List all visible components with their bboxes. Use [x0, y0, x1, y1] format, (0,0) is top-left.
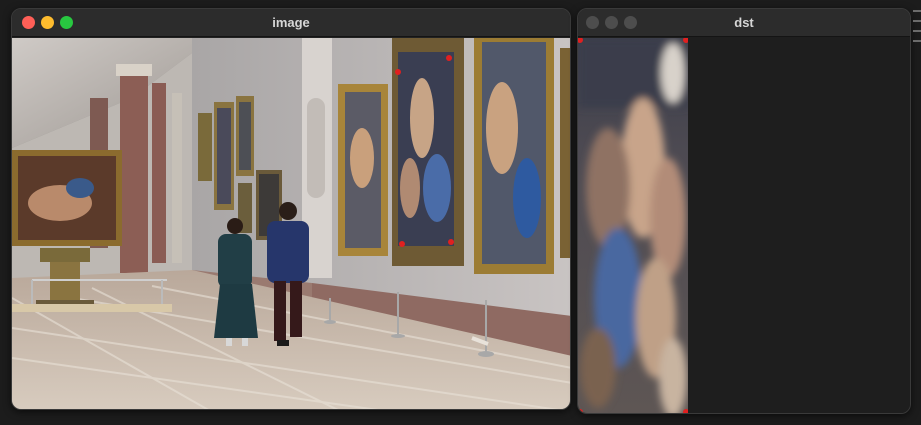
warped-painting-crop	[578, 38, 689, 413]
edge-mark	[913, 40, 921, 42]
museum-gallery-photo	[12, 38, 570, 409]
image-window[interactable]: image	[11, 8, 571, 410]
edge-mark	[913, 20, 921, 22]
image-canvas[interactable]	[12, 38, 570, 409]
desktop: image dst	[0, 0, 921, 425]
edge-mark	[913, 30, 921, 32]
window-title: image	[272, 15, 310, 30]
image-window-titlebar[interactable]: image	[12, 9, 570, 37]
edge-mark	[913, 10, 921, 12]
dst-window[interactable]: dst	[577, 8, 911, 414]
dst-canvas[interactable]	[578, 38, 910, 413]
window-title: dst	[734, 15, 754, 30]
dst-window-titlebar[interactable]: dst	[578, 9, 910, 37]
